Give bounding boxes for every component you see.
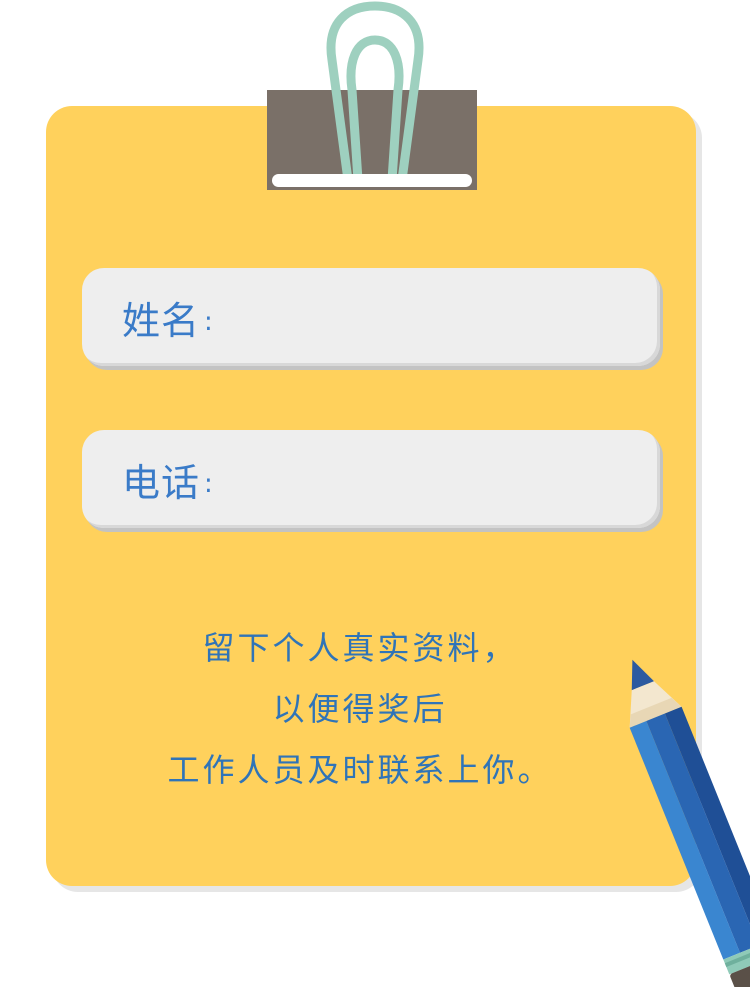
instruction-message: 留下个人真实资料， 以便得奖后 工作人员及时联系上你。 bbox=[100, 618, 620, 801]
name-label: 姓名 bbox=[122, 298, 201, 343]
message-line-1: 留下个人真实资料， bbox=[202, 629, 518, 667]
phone-colon: : bbox=[204, 469, 213, 499]
binder-clip-bar bbox=[272, 174, 472, 187]
name-field[interactable]: 姓名 : bbox=[82, 268, 660, 366]
binder-clip-icon bbox=[326, 1, 424, 185]
message-line-2: 以便得奖后 bbox=[272, 690, 448, 728]
contact-form-card: 姓名 : 电话 : 留下个人真实资料， 以便得奖后 工作人员及时联系上你。 bbox=[0, 0, 750, 987]
message-line-3: 工作人员及时联系上你。 bbox=[167, 751, 553, 789]
phone-label: 电话 bbox=[122, 460, 201, 505]
phone-field[interactable]: 电话 : bbox=[82, 430, 660, 528]
pencil-icon bbox=[629, 659, 750, 987]
name-colon: : bbox=[204, 307, 213, 337]
